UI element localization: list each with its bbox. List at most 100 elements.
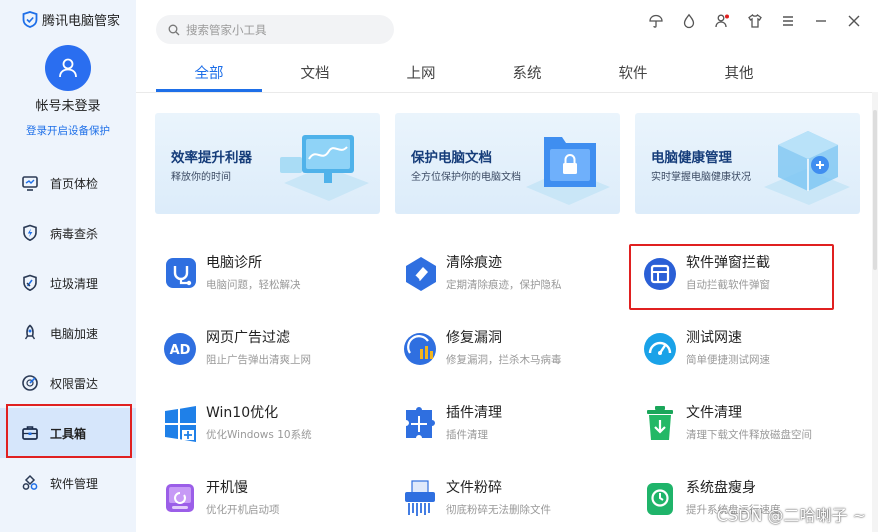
tool-name: 修复漏洞 xyxy=(446,330,502,346)
cube-health-illustration xyxy=(764,131,850,205)
brand-shield-icon xyxy=(22,11,38,28)
folder-lock-illustration xyxy=(526,137,610,205)
banner-document-protect[interactable]: 保护电脑文档 全方位保护你的电脑文档 xyxy=(395,113,620,214)
tool-clear-traces[interactable]: 清除痕迹 定期清除痕迹，保护隐私 xyxy=(402,250,622,306)
sidebar-item-junk-clean[interactable]: 垃圾清理 xyxy=(0,258,136,308)
sidebar: 腾讯电脑管家 帐号未登录 登录开启设备保护 首页体检 病毒查杀 垃圾清理 电脑加… xyxy=(0,0,136,532)
search-input[interactable]: 搜索管家小工具 xyxy=(156,15,394,44)
banner-health-manage[interactable]: 电脑健康管理 实时掌握电脑健康状况 xyxy=(635,113,860,214)
tool-plugin-clean[interactable]: 插件清理 插件清理 xyxy=(402,400,622,456)
trash-icon xyxy=(647,406,673,440)
sidebar-item-virus-scan[interactable]: 病毒查杀 xyxy=(0,208,136,258)
highlight-box-toolbox xyxy=(6,404,132,458)
sidebar-item-label: 电脑加速 xyxy=(50,326,99,341)
category-tabs: 全部 文档 上网 系统 软件 其他 xyxy=(156,56,858,92)
scrollbar-thumb[interactable] xyxy=(873,110,877,270)
tool-desc: 彻底粉碎无法删除文件 xyxy=(446,504,551,516)
avatar[interactable] xyxy=(45,45,91,91)
tool-fix-vulnerability[interactable]: 修复漏洞 修复漏洞，拦杀木马病毒 xyxy=(402,325,622,381)
banner-subtitle: 全方位保护你的电脑文档 xyxy=(411,172,521,183)
tool-win10-optimize[interactable]: Win10优化 优化Windows 10系统 xyxy=(162,400,382,456)
puzzle-icon xyxy=(406,407,435,438)
tab-all[interactable]: 全部 xyxy=(156,56,262,92)
tool-speed-test[interactable]: 测试网速 简单便捷测试网速 xyxy=(642,325,862,381)
tool-name: 文件清理 xyxy=(686,405,742,421)
tool-desc: 优化Windows 10系统 xyxy=(206,429,312,441)
sidebar-item-speedup[interactable]: 电脑加速 xyxy=(0,308,136,358)
tool-name: 清除痕迹 xyxy=(446,255,502,271)
brand-name: 腾讯电脑管家 xyxy=(42,14,121,29)
tab-system[interactable]: 系统 xyxy=(474,56,580,92)
apps-icon xyxy=(20,473,40,493)
speedometer-icon xyxy=(644,333,676,365)
svg-text:AD: AD xyxy=(170,343,191,358)
radar-icon xyxy=(20,373,40,393)
tool-name: 网页广告过滤 xyxy=(206,330,290,346)
sidebar-item-label: 垃圾清理 xyxy=(50,276,99,291)
shield-bolt-icon xyxy=(20,223,40,243)
tab-documents[interactable]: 文档 xyxy=(262,56,368,92)
banner-title: 电脑健康管理 xyxy=(651,150,732,166)
tool-slow-boot[interactable]: 开机慢 优化开机启动项 xyxy=(162,475,382,531)
watermark: CSDN @二哈喇子 ~ xyxy=(716,506,866,525)
tool-desc: 简单便捷测试网速 xyxy=(686,354,770,366)
tshirt-icon[interactable] xyxy=(745,11,765,31)
main-panel: 搜索管家小工具 全部 文档 上网 系统 软件 其他 效率提升利器 释放你的时间 xyxy=(136,0,878,532)
tool-name: 测试网速 xyxy=(686,330,742,346)
user-icon xyxy=(59,58,77,78)
tabs-divider xyxy=(136,92,878,93)
shredder-icon xyxy=(405,480,435,516)
highlight-box-popup-block xyxy=(629,244,834,310)
minimize-icon[interactable] xyxy=(811,11,831,31)
search-icon xyxy=(168,24,180,35)
tool-file-shred[interactable]: 文件粉碎 彻底粉碎无法删除文件 xyxy=(402,475,622,531)
banner-efficiency[interactable]: 效率提升利器 释放你的时间 xyxy=(155,113,380,214)
patch-icon xyxy=(404,333,436,365)
login-link[interactable]: 登录开启设备保护 xyxy=(0,123,136,138)
drop-icon[interactable] xyxy=(679,11,699,31)
sidebar-item-label: 病毒查杀 xyxy=(50,226,99,241)
boot-icon xyxy=(166,484,194,512)
search-placeholder: 搜索管家小工具 xyxy=(186,22,267,37)
sidebar-item-home-check[interactable]: 首页体检 xyxy=(0,158,136,208)
disk-slim-icon xyxy=(647,483,673,515)
banner-subtitle: 实时掌握电脑健康状况 xyxy=(651,172,751,183)
tool-file-clean[interactable]: 文件清理 清理下载文件释放磁盘空间 xyxy=(642,400,862,456)
tool-desc: 定期清除痕迹，保护隐私 xyxy=(446,279,562,291)
tool-name: 系统盘瘦身 xyxy=(686,480,756,496)
skin-person-icon[interactable] xyxy=(712,11,732,31)
tab-internet[interactable]: 上网 xyxy=(368,56,474,92)
tool-ad-filter[interactable]: AD 网页广告过滤 阻止广告弹出清爽上网 xyxy=(162,325,382,381)
tab-software[interactable]: 软件 xyxy=(580,56,686,92)
tool-pc-clinic[interactable]: 电脑诊所 电脑问题，轻松解决 xyxy=(162,250,382,306)
tool-name: 插件清理 xyxy=(446,405,502,421)
account-name: 帐号未登录 xyxy=(35,99,101,114)
umbrella-icon[interactable] xyxy=(646,11,666,31)
tool-desc: 修复漏洞，拦杀木马病毒 xyxy=(446,354,562,366)
banner-subtitle: 释放你的时间 xyxy=(171,172,231,183)
tool-desc: 优化开机启动项 xyxy=(206,504,280,516)
windows-icon xyxy=(165,406,196,442)
tool-name: 开机慢 xyxy=(206,480,248,496)
sidebar-item-software-manage[interactable]: 软件管理 xyxy=(0,458,136,508)
monitor-chart-illustration xyxy=(280,135,369,201)
window-controls xyxy=(646,11,864,31)
close-icon[interactable] xyxy=(844,11,864,31)
stethoscope-icon xyxy=(166,258,196,288)
sidebar-item-label: 软件管理 xyxy=(50,476,99,491)
banner-title: 效率提升利器 xyxy=(171,150,252,166)
tool-desc: 清理下载文件释放磁盘空间 xyxy=(686,429,812,441)
sidebar-item-permission-radar[interactable]: 权限雷达 xyxy=(0,358,136,408)
brand: 腾讯电脑管家 xyxy=(22,10,120,29)
tool-name: 电脑诊所 xyxy=(206,255,262,271)
ad-block-icon: AD xyxy=(164,333,196,365)
tool-desc: 插件清理 xyxy=(446,429,488,441)
menu-icon[interactable] xyxy=(778,11,798,31)
eraser-icon xyxy=(406,257,436,291)
tab-other[interactable]: 其他 xyxy=(686,56,792,92)
sidebar-item-label: 权限雷达 xyxy=(50,376,99,391)
tool-name: Win10优化 xyxy=(206,405,279,421)
tool-name: 文件粉碎 xyxy=(446,480,502,496)
tool-desc: 阻止广告弹出清爽上网 xyxy=(206,354,311,366)
app-window: 腾讯电脑管家 帐号未登录 登录开启设备保护 首页体检 病毒查杀 垃圾清理 电脑加… xyxy=(0,0,878,532)
